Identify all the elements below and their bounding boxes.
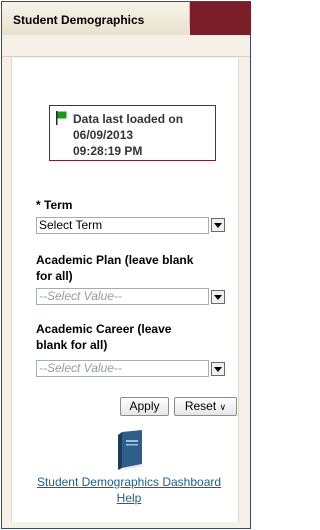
load-status-text: Data last loaded on 06/09/2013 09:28:19 … — [73, 111, 183, 159]
help-link-line2[interactable]: Help — [24, 490, 234, 506]
dashboard-panel: Student Demographics Data last loaded on… — [1, 1, 251, 529]
header-strip — [2, 35, 250, 57]
green-flag-icon — [56, 111, 67, 125]
term-label: * Term — [36, 198, 73, 212]
help-link-line1[interactable]: Student Demographics Dashboard — [24, 474, 234, 490]
data-load-status: Data last loaded on 06/09/2013 09:28:19 … — [49, 105, 216, 161]
term-dropdown-button[interactable] — [211, 218, 225, 232]
academic-plan-dropdown-button[interactable] — [211, 290, 225, 304]
academic-plan-select[interactable]: --Select Value-- — [36, 288, 209, 305]
chevron-down-icon: ∨ — [219, 402, 227, 412]
academic-career-dropdown-button[interactable] — [211, 362, 225, 376]
filter-content: Data last loaded on 06/09/2013 09:28:19 … — [11, 58, 239, 522]
apply-button[interactable]: Apply — [120, 397, 169, 416]
academic-career-label-line2: blank for all) — [36, 338, 108, 352]
panel-title: Student Demographics — [13, 13, 145, 27]
academic-plan-label-line2: for all) — [36, 269, 73, 283]
tab-header: Student Demographics — [2, 2, 190, 35]
load-status-time: 09:28:19 PM — [73, 144, 143, 158]
right-gutter — [240, 58, 250, 522]
load-status-label: Data last loaded on — [73, 112, 184, 126]
book-icon[interactable] — [116, 430, 146, 470]
reset-button[interactable]: Reset ∨ — [174, 397, 237, 416]
academic-career-label-line1: Academic Career (leave — [36, 322, 172, 336]
dashboard-help-link[interactable]: Student Demographics Dashboard Help — [24, 474, 234, 506]
academic-career-label: Academic Career (leave blank for all) — [36, 321, 171, 353]
reset-button-label: Reset — [184, 399, 217, 413]
academic-plan-label-line1: Academic Plan (leave blank — [36, 253, 194, 267]
term-select[interactable]: Select Term — [36, 217, 209, 234]
load-status-date: 06/09/2013 — [73, 128, 134, 142]
academic-career-select[interactable]: --Select Value-- — [36, 360, 209, 377]
academic-plan-label: Academic Plan (leave blank for all) — [36, 252, 193, 284]
